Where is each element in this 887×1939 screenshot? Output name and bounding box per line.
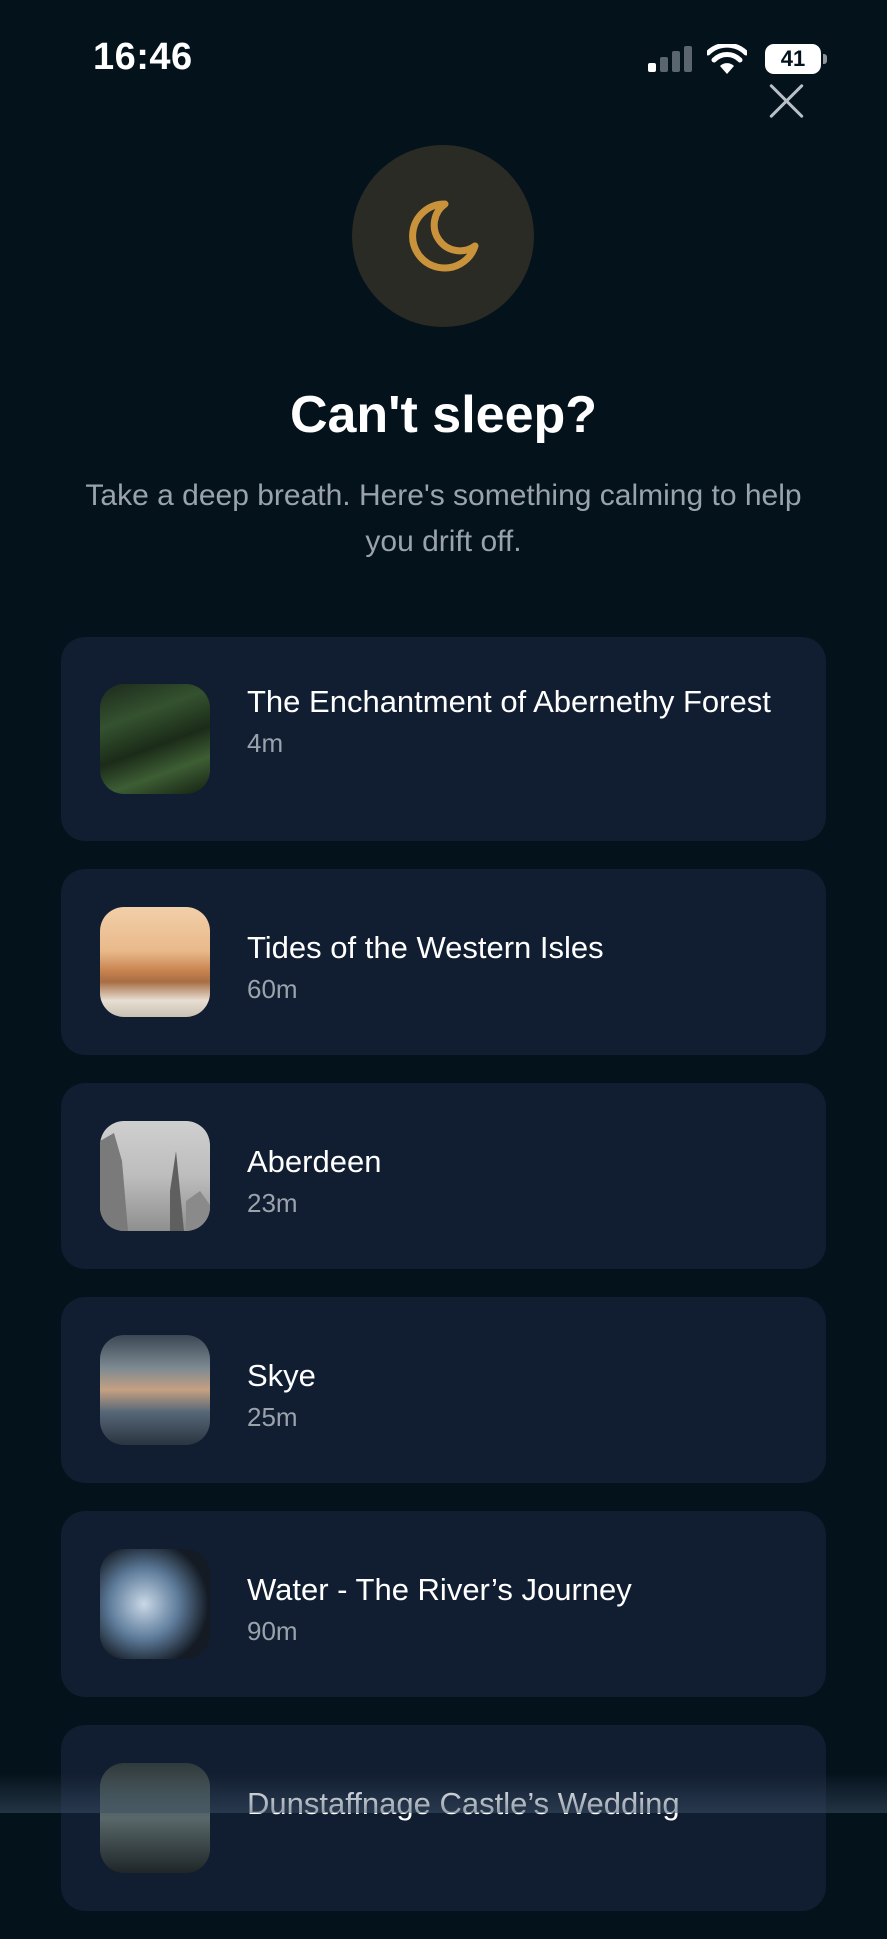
battery-icon: 41 bbox=[765, 44, 827, 74]
sunset-waves-thumbnail bbox=[100, 907, 210, 1017]
item-title: Aberdeen bbox=[247, 1144, 382, 1179]
forest-thumbnail bbox=[100, 684, 210, 794]
person-thumbnail bbox=[100, 1763, 210, 1873]
item-duration: 25m bbox=[247, 1402, 298, 1432]
item-duration: 23m bbox=[247, 1188, 298, 1218]
item-title: Dunstaffnage Castle’s Wedding bbox=[247, 1786, 680, 1821]
item-title: Tides of the Western Isles bbox=[247, 930, 604, 965]
item-title: Water - The River’s Journey bbox=[247, 1572, 632, 1607]
list-item[interactable]: Aberdeen 23m bbox=[61, 1083, 826, 1269]
status-time: 16:46 bbox=[93, 36, 193, 78]
moon-badge bbox=[352, 145, 534, 327]
status-bar: 16:46 41 bbox=[0, 0, 887, 110]
cellular-signal-icon bbox=[648, 46, 692, 72]
close-icon[interactable] bbox=[766, 80, 808, 122]
list-item[interactable]: Water - The River’s Journey 90m bbox=[61, 1511, 826, 1697]
page-subtitle: Take a deep breath. Here's something cal… bbox=[85, 479, 802, 558]
sunrays-landscape-thumbnail bbox=[100, 1335, 210, 1445]
list-item[interactable]: Dunstaffnage Castle’s Wedding bbox=[61, 1725, 826, 1911]
item-title: The Enchantment of Abernethy Forest bbox=[247, 684, 771, 719]
page-title: Can't sleep? bbox=[289, 386, 598, 444]
item-duration: 60m bbox=[247, 974, 298, 1004]
item-title: Skye bbox=[247, 1358, 316, 1393]
list-item[interactable]: Skye 25m bbox=[61, 1297, 826, 1483]
item-duration: 90m bbox=[247, 1616, 298, 1646]
sleep-content-list: The Enchantment of Abernethy Forest 4m T… bbox=[61, 637, 826, 1939]
moon-icon bbox=[409, 200, 479, 272]
item-duration: 4m bbox=[247, 728, 284, 758]
battery-level: 41 bbox=[780, 46, 806, 71]
city-silhouette bbox=[100, 1133, 210, 1231]
list-item[interactable]: Tides of the Western Isles 60m bbox=[61, 869, 826, 1055]
wifi-icon bbox=[707, 44, 747, 74]
foggy-city-thumbnail bbox=[100, 1121, 210, 1231]
list-item[interactable]: The Enchantment of Abernethy Forest 4m bbox=[61, 637, 826, 841]
water-splash-thumbnail bbox=[100, 1549, 210, 1659]
